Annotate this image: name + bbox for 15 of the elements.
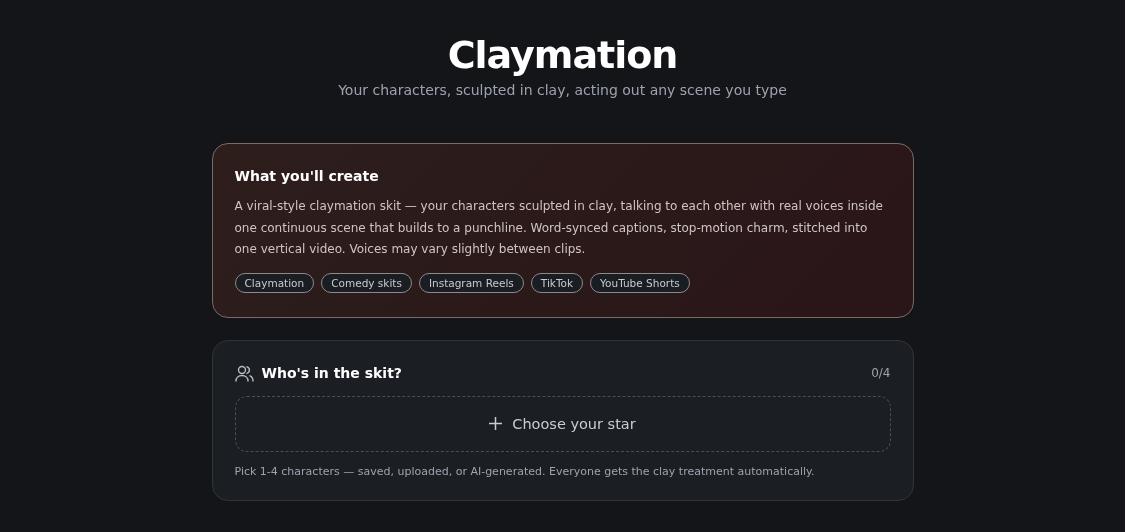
hint-text: Pick 1-4 characters — saved, uploaded, or AI-generated. Everyone gets the clay treatment automatically. <box>234 464 816 478</box>
tag: Claymation <box>234 272 315 293</box>
tag: Comedy skits <box>321 272 412 293</box>
character-count: 0/4 <box>871 366 891 380</box>
section-title: Who's in the skit? <box>261 365 403 381</box>
plus-icon <box>489 417 503 430</box>
tag: Instagram Reels <box>418 272 524 293</box>
people-icon <box>234 364 254 382</box>
choose-star-button[interactable]: Choose your star <box>234 395 891 452</box>
tag: TikTok <box>530 272 584 293</box>
page-subtitle: Your characters, sculpted in clay, acting out any scene you type <box>338 82 787 98</box>
tag: YouTube Shorts <box>590 272 690 293</box>
card-description: A viral-style claymation skit — your characters sculpted in clay, talking to each other with real voices inside one continuous scene that builds to a punchline. Word-synced captions, stop-motion charm, stitched into one vertical video. Voices may vary slightly between clips. <box>234 198 884 258</box>
page-title: Claymation <box>447 32 678 78</box>
card-title: What you'll create <box>234 168 380 184</box>
